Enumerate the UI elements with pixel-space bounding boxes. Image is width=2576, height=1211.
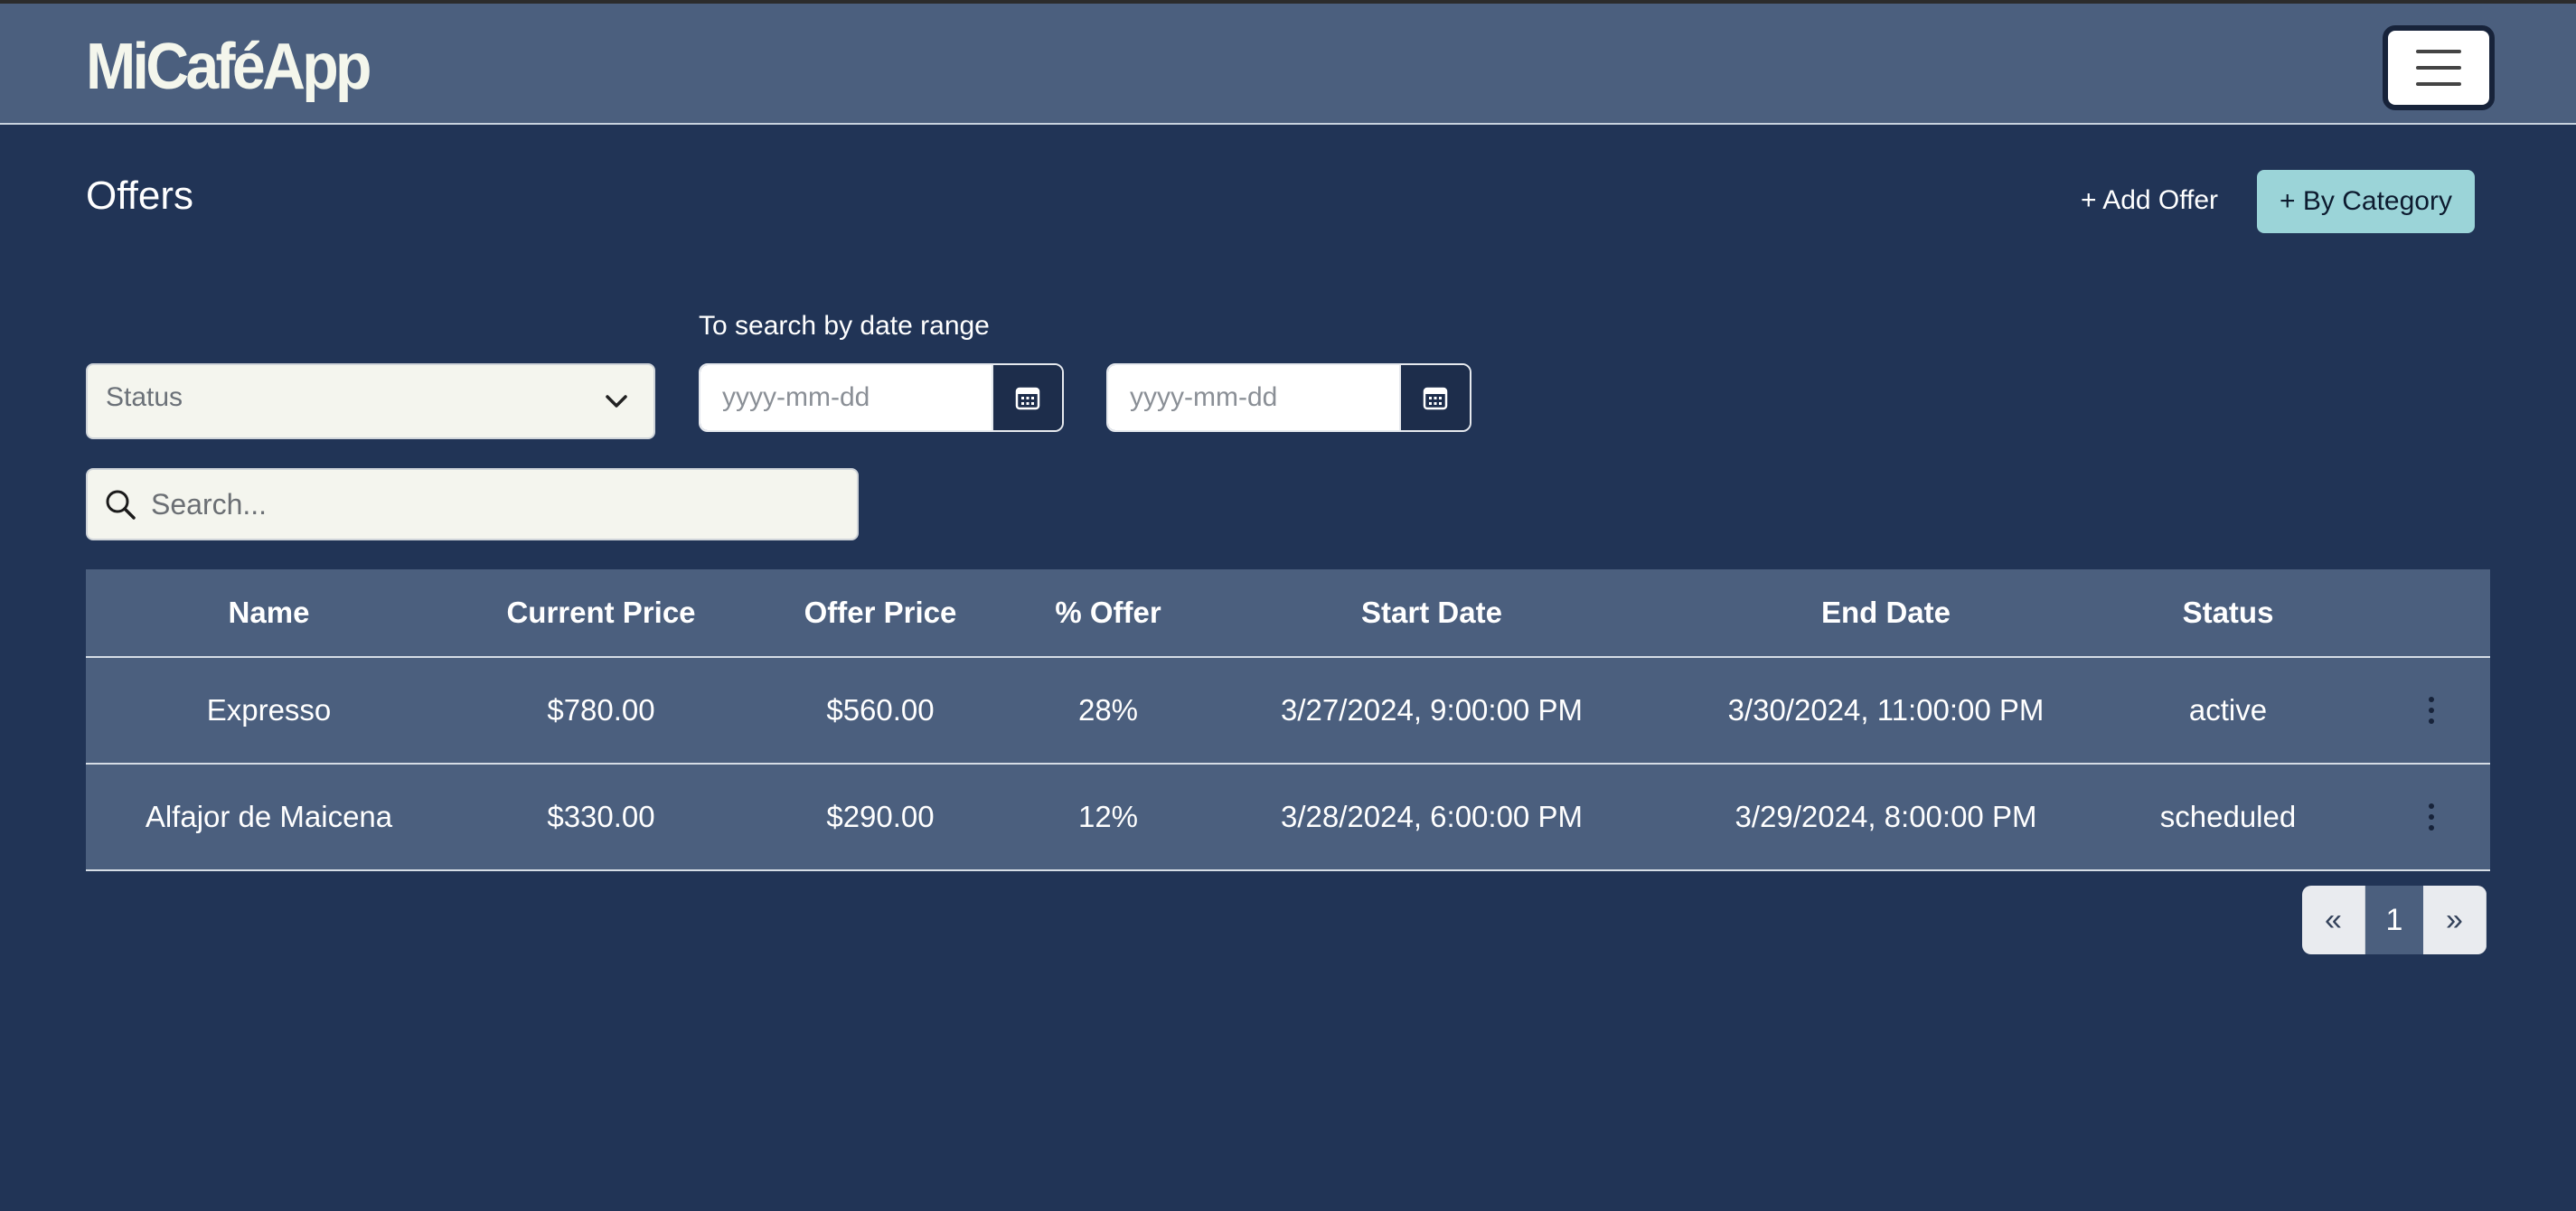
- cell-start-date: 3/28/2024, 6:00:00 PM: [1281, 800, 1583, 833]
- date-to-group: yyyy-mm-dd: [1106, 363, 1471, 432]
- column-header-status: Status: [2182, 596, 2274, 629]
- kebab-menu-icon: [2429, 697, 2434, 724]
- cell-start-date: 3/27/2024, 9:00:00 PM: [1281, 693, 1583, 727]
- row-actions-button[interactable]: [2400, 658, 2463, 763]
- table-row: Alfajor de Maicena $330.00 $290.00 12% 3…: [86, 765, 2490, 871]
- date-to-input[interactable]: yyyy-mm-dd: [1108, 365, 1399, 430]
- date-from-input[interactable]: yyyy-mm-dd: [700, 365, 992, 430]
- date-from-calendar-button[interactable]: [992, 365, 1062, 430]
- search-icon: [106, 490, 136, 520]
- cell-status: scheduled: [2159, 800, 2297, 833]
- cell-name: Alfajor de Maicena: [145, 800, 393, 833]
- cell-status: active: [2188, 693, 2268, 727]
- column-header-start-date: Start Date: [1361, 596, 1502, 629]
- cell-name: Expresso: [206, 693, 332, 727]
- table-row: Expresso $780.00 $560.00 28% 3/27/2024, …: [86, 658, 2490, 765]
- date-from-group: yyyy-mm-dd: [699, 363, 1064, 432]
- search-input[interactable]: Search...: [86, 468, 859, 540]
- column-header-name: Name: [228, 596, 310, 629]
- by-category-button[interactable]: + By Category: [2257, 170, 2475, 233]
- add-offer-button[interactable]: + Add Offer: [2070, 168, 2229, 233]
- status-select[interactable]: Status: [86, 363, 655, 439]
- cell-percent-offer: 12%: [1077, 800, 1139, 833]
- menu-toggle-button[interactable]: [2383, 25, 2495, 110]
- brand-logo[interactable]: MiCaféApp: [86, 29, 371, 105]
- offers-table: Name Current Price Offer Price % Offer S…: [86, 569, 2490, 871]
- pagination: « 1 »: [2302, 886, 2487, 954]
- date-to-calendar-button[interactable]: [1399, 365, 1470, 430]
- pagination-next-button[interactable]: »: [2423, 886, 2487, 954]
- cell-current-price: $780.00: [547, 693, 655, 727]
- cell-offer-price: $560.00: [826, 693, 935, 727]
- cell-current-price: $330.00: [547, 800, 655, 833]
- cell-percent-offer: 28%: [1077, 693, 1139, 727]
- navbar: MiCaféApp: [0, 0, 2576, 125]
- column-header-end-date: End Date: [1820, 596, 1951, 629]
- cell-offer-price: $290.00: [826, 800, 935, 833]
- kebab-menu-icon: [2429, 803, 2434, 831]
- pagination-prev-button[interactable]: «: [2302, 886, 2365, 954]
- hamburger-icon-line: [2416, 82, 2461, 86]
- calendar-icon: [1015, 387, 1040, 410]
- hamburger-icon: [2416, 50, 2461, 53]
- date-range-hint: To search by date range: [699, 311, 990, 341]
- chevron-down-icon: [606, 395, 627, 408]
- hamburger-icon-line: [2416, 66, 2461, 70]
- search-placeholder: Search...: [151, 487, 268, 521]
- column-header-percent-offer: % Offer: [1055, 596, 1161, 629]
- table-header-row: Name Current Price Offer Price % Offer S…: [86, 569, 2490, 658]
- cell-end-date: 3/30/2024, 11:00:00 PM: [1727, 693, 2045, 727]
- pagination-page-1[interactable]: 1: [2365, 886, 2423, 954]
- calendar-icon: [1423, 387, 1448, 410]
- cell-end-date: 3/29/2024, 8:00:00 PM: [1735, 800, 2037, 833]
- column-header-offer-price: Offer Price: [804, 596, 957, 629]
- page-title: Offers: [86, 174, 194, 218]
- status-select-label: Status: [106, 382, 183, 412]
- row-actions-button[interactable]: [2400, 765, 2463, 869]
- column-header-current-price: Current Price: [506, 596, 696, 629]
